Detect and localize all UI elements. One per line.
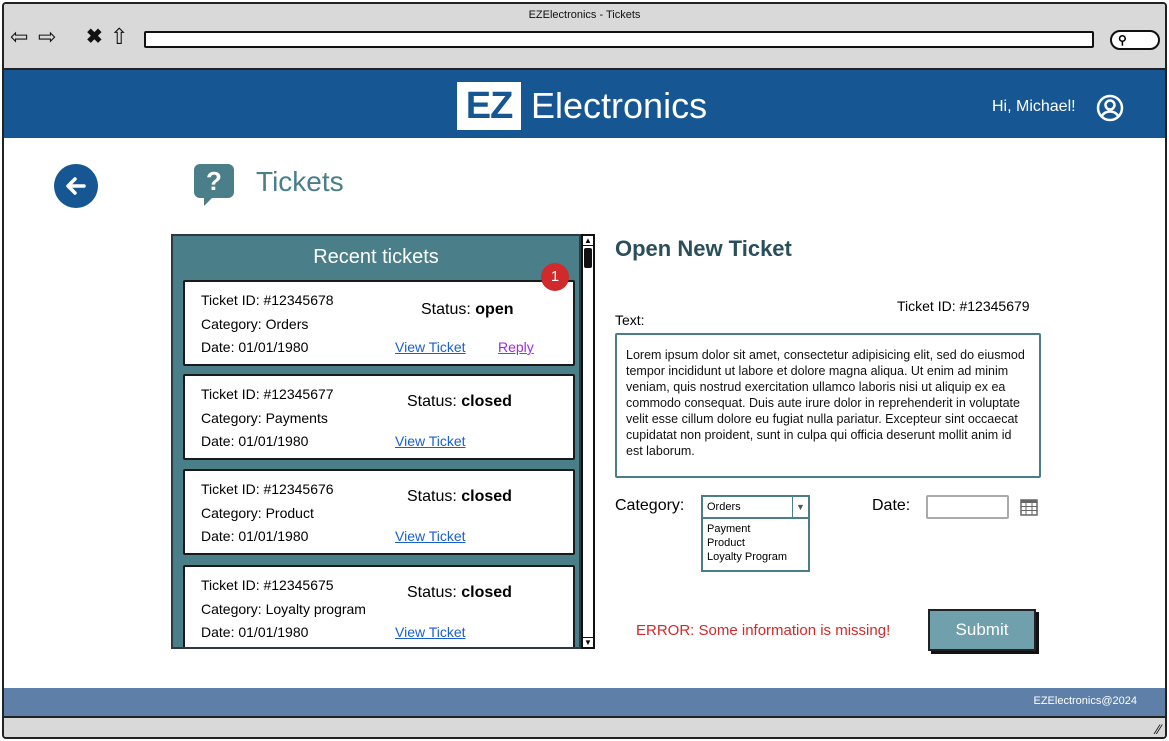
back-arrow-icon[interactable]: ⇦ <box>10 24 28 50</box>
user-account-icon[interactable] <box>1096 94 1124 122</box>
recent-tickets-title: Recent tickets <box>313 246 439 268</box>
ticket-status: Status: closed <box>407 488 512 505</box>
browser-window: EZElectronics - Tickets ⇦ ⇨ ✖ ⇧ ⚲ EZ Ele… <box>2 2 1167 739</box>
page-title: Tickets <box>256 166 344 197</box>
ticket-id: Ticket ID: #12345676 <box>201 481 334 497</box>
text-label: Text: <box>615 312 645 328</box>
category-selected-value: Orders <box>707 501 741 513</box>
scroll-up-icon[interactable]: ▲ <box>583 236 593 246</box>
category-label: Category: <box>615 497 685 514</box>
ticket-card[interactable]: Ticket ID: #12345676 Category: Product D… <box>183 469 575 555</box>
new-ticket-id: Ticket ID: #12345679 <box>897 298 1030 314</box>
ticket-id: Ticket ID: #12345678 <box>201 292 334 308</box>
search-icon: ⚲ <box>1118 33 1127 47</box>
calendar-icon[interactable] <box>1020 498 1038 516</box>
ticket-date: Date: 01/01/1980 <box>201 528 309 544</box>
logo-mark: EZ <box>457 82 521 130</box>
close-icon[interactable]: ✖ <box>86 24 103 50</box>
view-ticket-link[interactable]: View Ticket <box>395 339 466 355</box>
notification-badge: 1 <box>541 263 569 291</box>
ticket-category: Category: Product <box>201 505 314 521</box>
category-options: Payment Product Loyalty Program <box>701 519 810 572</box>
view-ticket-link[interactable]: View Ticket <box>395 528 466 544</box>
ticket-card[interactable]: Ticket ID: #12345678 Category: Orders Da… <box>183 280 575 366</box>
error-message: ERROR: Some information is missing! <box>636 622 891 639</box>
footer-copyright: EZElectronics@2024 <box>1033 695 1138 707</box>
category-select[interactable]: Orders ▼ <box>701 495 810 519</box>
scroll-down-icon[interactable]: ▼ <box>583 637 593 647</box>
ticket-status: Status: closed <box>407 584 512 601</box>
ticket-id: Ticket ID: #12345675 <box>201 577 334 593</box>
recent-tickets-scrollbar[interactable]: ▲ ▼ <box>581 234 595 649</box>
ticket-card[interactable]: Ticket ID: #12345675 Category: Loyalty p… <box>183 565 575 647</box>
logo[interactable]: EZ Electronics <box>457 82 707 130</box>
new-ticket-title: Open New Ticket <box>615 236 792 261</box>
ticket-card[interactable]: Ticket ID: #12345677 Category: Payments … <box>183 374 575 460</box>
recent-tickets-panel: Recent tickets Ticket ID: #12345678 Cate… <box>171 234 581 649</box>
back-button[interactable] <box>54 164 98 208</box>
reply-link[interactable]: Reply <box>498 339 534 355</box>
category-option[interactable]: Payment <box>707 522 808 536</box>
forward-arrow-icon[interactable]: ⇨ <box>38 24 56 50</box>
site-header: EZ Electronics Hi, Michael! <box>4 70 1165 138</box>
question-ticket-icon: ? <box>194 164 234 206</box>
ticket-status: Status: closed <box>407 393 512 410</box>
ticket-category: Category: Loyalty program <box>201 601 366 617</box>
resize-handle-icon[interactable]: ⁄⁄ <box>1156 721 1161 737</box>
chevron-down-icon[interactable]: ▼ <box>792 497 808 517</box>
scroll-thumb[interactable] <box>584 248 592 268</box>
browser-chrome: EZElectronics - Tickets ⇦ ⇨ ✖ ⇧ ⚲ <box>4 4 1165 70</box>
category-option[interactable]: Loyalty Program <box>707 550 808 564</box>
ticket-date: Date: 01/01/1980 <box>201 433 309 449</box>
browser-search-button[interactable]: ⚲ <box>1110 30 1160 50</box>
home-icon[interactable]: ⇧ <box>110 24 128 50</box>
ticket-status: Status: open <box>421 301 514 318</box>
arrow-left-icon <box>66 177 86 195</box>
ticket-id: Ticket ID: #12345677 <box>201 386 334 402</box>
logo-text: Electronics <box>531 85 708 126</box>
submit-button[interactable]: Submit <box>928 609 1036 651</box>
ticket-date: Date: 01/01/1980 <box>201 624 309 640</box>
url-bar[interactable] <box>144 31 1094 48</box>
user-greeting: Hi, Michael! <box>992 98 1076 115</box>
view-ticket-link[interactable]: View Ticket <box>395 624 466 640</box>
ticket-category: Category: Orders <box>201 316 309 332</box>
date-label: Date: <box>872 497 911 514</box>
browser-status-bar: ⁄⁄ <box>4 716 1165 737</box>
site-footer: EZElectronics@2024 <box>4 688 1165 716</box>
window-title: EZElectronics - Tickets <box>528 9 641 21</box>
view-ticket-link[interactable]: View Ticket <box>395 433 466 449</box>
ticket-date: Date: 01/01/1980 <box>201 339 309 355</box>
date-input[interactable] <box>926 495 1009 519</box>
svg-text:?: ? <box>206 166 222 196</box>
ticket-category: Category: Payments <box>201 410 328 426</box>
ticket-text-input[interactable]: Lorem ipsum dolor sit amet, consectetur … <box>615 333 1041 478</box>
category-option[interactable]: Product <box>707 536 808 550</box>
